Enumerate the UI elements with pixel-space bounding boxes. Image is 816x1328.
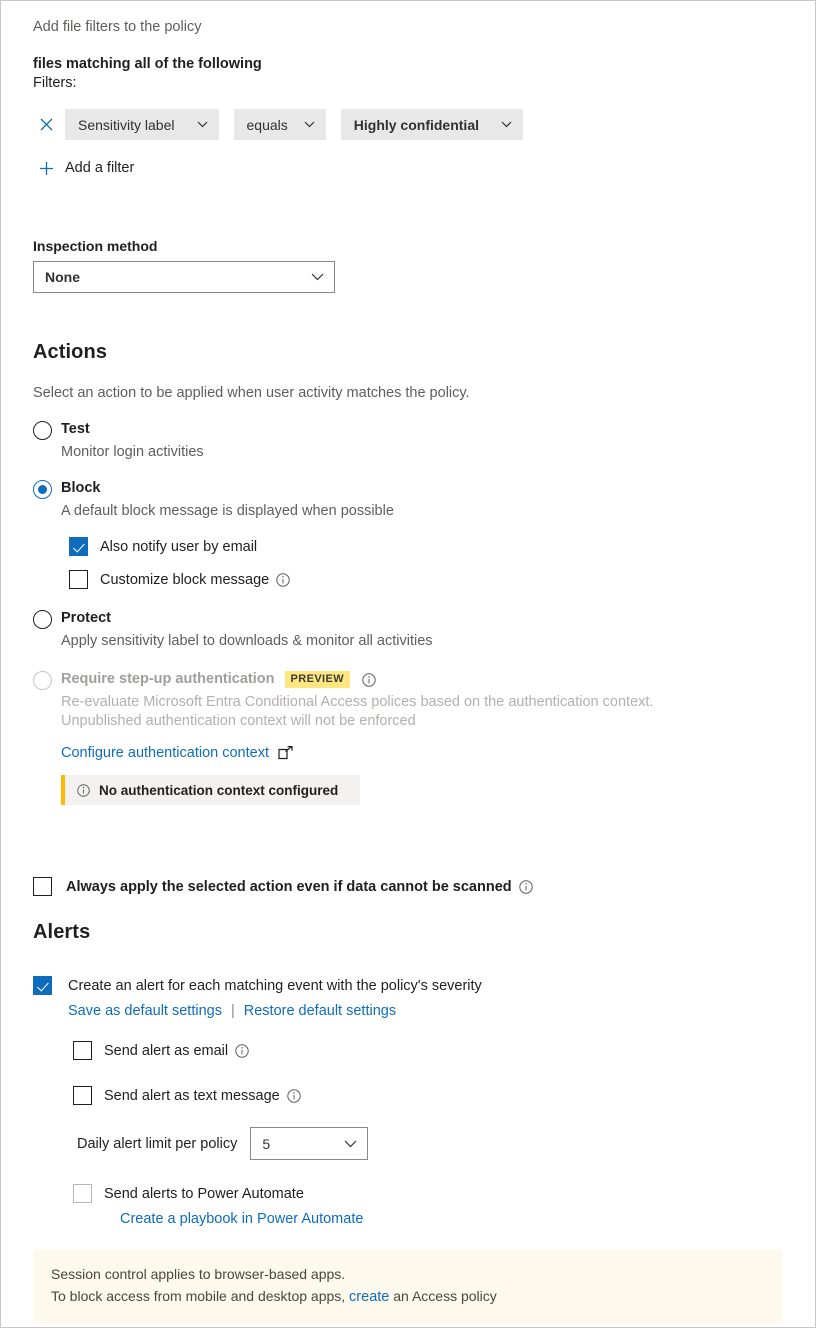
radio-step-up-auth xyxy=(33,671,52,690)
checkbox-customize-block-message[interactable]: Customize block message xyxy=(69,570,783,589)
chevron-down-icon xyxy=(304,121,315,128)
create-alert-label: Create an alert for each matching event … xyxy=(68,977,482,994)
checkbox-box[interactable] xyxy=(33,976,52,995)
action-protect-subtitle: Apply sensitivity label to downloads & m… xyxy=(61,633,433,649)
checkbox-send-alerts-to-power-automate[interactable]: Send alerts to Power Automate xyxy=(73,1184,783,1203)
action-step-up-subtitle-line2: Unpublished authentication context will … xyxy=(61,713,416,729)
inspection-method-label: Inspection method xyxy=(33,238,158,254)
action-option-test[interactable]: Test Monitor login activities xyxy=(33,420,783,462)
checkbox-notify-user-by-email[interactable]: Also notify user by email xyxy=(69,537,783,556)
block-suboptions: Also notify user by email Customize bloc… xyxy=(69,537,783,589)
policy-settings-page: Add file filters to the policy files mat… xyxy=(0,0,816,1328)
chevron-down-icon xyxy=(197,121,208,128)
checkbox-box[interactable] xyxy=(73,1184,92,1203)
always-apply-label: Always apply the selected action even if… xyxy=(66,878,512,895)
add-file-filters-intro: Add file filters to the policy xyxy=(33,19,202,35)
actions-section: Actions Select an action to be applied w… xyxy=(33,341,783,896)
info-icon[interactable] xyxy=(518,879,533,894)
action-step-up-subtitle-line1: Re-evaluate Microsoft Entra Conditional … xyxy=(61,694,654,710)
daily-alert-limit-label: Daily alert limit per policy xyxy=(77,1135,238,1152)
close-icon[interactable] xyxy=(33,112,59,138)
action-block-subtitle: A default block message is displayed whe… xyxy=(61,503,394,519)
checkbox-send-alert-as-text-message[interactable]: Send alert as text message xyxy=(73,1086,783,1105)
radio-protect[interactable] xyxy=(33,610,52,629)
info-icon[interactable] xyxy=(276,572,290,587)
checkbox-always-apply-action[interactable]: Always apply the selected action even if… xyxy=(33,877,783,896)
filters-header: files matching all of the following Filt… xyxy=(33,55,783,93)
checkbox-box[interactable] xyxy=(73,1086,92,1105)
save-as-default-settings-link[interactable]: Save as default settings xyxy=(68,1003,222,1019)
action-test-title: Test xyxy=(61,421,90,437)
info-icon xyxy=(77,783,90,797)
alerts-section: Alerts Create an alert for each matching… xyxy=(33,921,783,1227)
customize-block-message-label: Customize block message xyxy=(100,571,270,588)
checkbox-box[interactable] xyxy=(33,877,52,896)
actions-description: Select an action to be applied when user… xyxy=(33,385,470,401)
action-block-title: Block xyxy=(61,480,101,496)
filter-row: Sensitivity label equals Highly confiden… xyxy=(33,109,783,140)
info-icon[interactable] xyxy=(287,1088,301,1103)
inspection-method-dropdown[interactable]: None xyxy=(33,261,335,293)
filter-value-dropdown[interactable]: Highly confidential xyxy=(340,109,523,140)
no-auth-context-message-bar: No authentication context configured xyxy=(61,775,361,805)
notify-user-label: Also notify user by email xyxy=(100,538,258,555)
filters-label: Filters: xyxy=(33,75,77,91)
default-settings-links: Save as default settings | Restore defau… xyxy=(68,1003,783,1019)
actions-heading: Actions xyxy=(33,341,108,363)
configure-auth-context-row[interactable]: Configure authentication context xyxy=(61,745,653,761)
create-access-policy-link[interactable]: create xyxy=(349,1289,389,1305)
files-matching-label: files matching all of the following xyxy=(33,56,262,72)
radio-block[interactable] xyxy=(33,480,52,499)
inspection-method-section: Inspection method None xyxy=(33,238,783,293)
notice-line-1: Session control applies to browser-based… xyxy=(51,1266,346,1282)
notice-line-2: To block access from mobile and desktop … xyxy=(51,1285,765,1308)
checkbox-box[interactable] xyxy=(69,570,88,589)
notice-line-2-suffix: an Access policy xyxy=(389,1288,497,1304)
power-automate-label: Send alerts to Power Automate xyxy=(104,1185,304,1202)
alert-delivery-options: Send alert as email Send alert as text m… xyxy=(73,1041,783,1227)
daily-alert-limit-value: 5 xyxy=(262,1135,271,1152)
links-separator: | xyxy=(230,1003,235,1019)
chevron-down-icon xyxy=(344,1140,357,1148)
filter-field-dropdown[interactable]: Sensitivity label xyxy=(65,109,219,140)
filter-operator-value: equals xyxy=(246,116,288,133)
inspection-method-value: None xyxy=(45,269,80,285)
preview-badge: PREVIEW xyxy=(284,671,351,688)
action-test-subtitle: Monitor login activities xyxy=(61,444,204,460)
plus-icon xyxy=(33,161,59,176)
daily-alert-limit-dropdown[interactable]: 5 xyxy=(250,1127,369,1160)
alerts-heading: Alerts xyxy=(33,921,91,943)
radio-test[interactable] xyxy=(33,421,52,440)
action-option-block[interactable]: Block A default block message is display… xyxy=(33,479,783,521)
checkbox-send-alert-as-email[interactable]: Send alert as email xyxy=(73,1041,783,1060)
send-alert-text-label: Send alert as text message xyxy=(104,1087,280,1104)
action-option-step-up-auth: Require step-up authentication PREVIEW R… xyxy=(33,670,783,805)
send-alert-email-label: Send alert as email xyxy=(104,1042,229,1059)
no-auth-context-text: No authentication context configured xyxy=(99,782,339,798)
add-filter-button[interactable]: Add a filter xyxy=(33,160,134,176)
checkbox-box[interactable] xyxy=(69,537,88,556)
restore-default-settings-link[interactable]: Restore default settings xyxy=(244,1003,396,1019)
notice-line-2-prefix: To block access from mobile and desktop … xyxy=(51,1288,350,1304)
filter-field-value: Sensitivity label xyxy=(78,116,175,133)
filter-operator-dropdown[interactable]: equals xyxy=(233,109,326,140)
action-step-up-title: Require step-up authentication xyxy=(61,671,275,687)
chevron-down-icon xyxy=(501,121,512,128)
daily-alert-limit-row: Daily alert limit per policy 5 xyxy=(77,1127,783,1160)
info-icon[interactable] xyxy=(235,1043,249,1058)
session-control-notice: Session control applies to browser-based… xyxy=(33,1249,783,1324)
checkbox-create-alert[interactable]: Create an alert for each matching event … xyxy=(33,976,783,995)
checkbox-box[interactable] xyxy=(73,1041,92,1060)
action-option-protect[interactable]: Protect Apply sensitivity label to downl… xyxy=(33,609,783,651)
chevron-down-icon xyxy=(311,273,324,281)
action-protect-title: Protect xyxy=(61,610,111,626)
external-link-icon xyxy=(278,746,293,760)
info-icon[interactable] xyxy=(362,672,376,687)
create-playbook-link[interactable]: Create a playbook in Power Automate xyxy=(120,1211,783,1227)
configure-auth-context-link[interactable]: Configure authentication context xyxy=(61,745,269,761)
add-filter-label: Add a filter xyxy=(65,160,135,176)
filter-value-text: Highly confidential xyxy=(353,116,479,133)
